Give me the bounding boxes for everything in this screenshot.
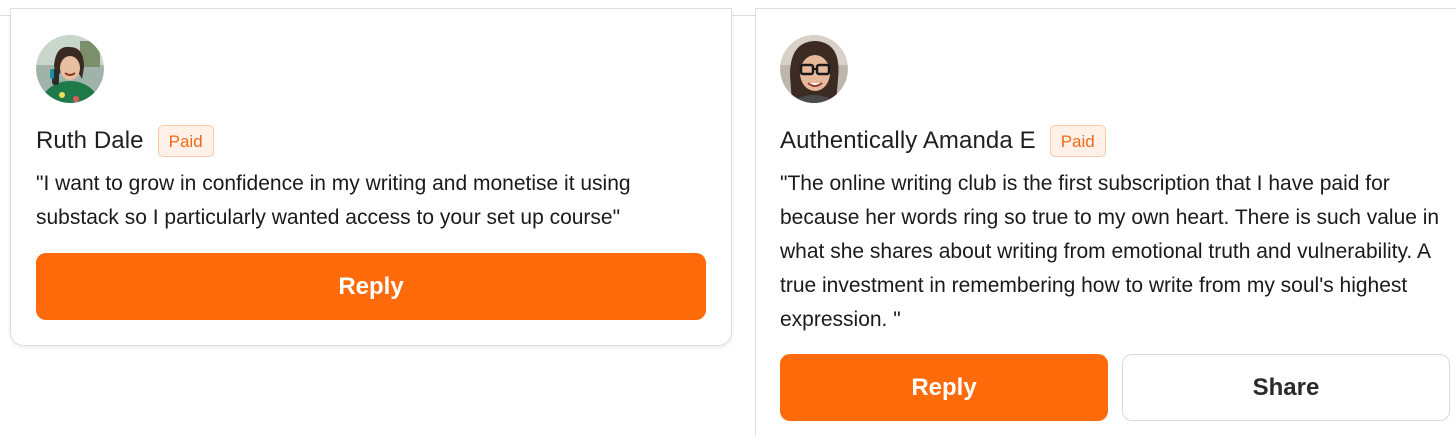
comment-card: Ruth Dale Paid "I want to grow in confid…	[10, 8, 732, 346]
avatar-image-icon	[36, 35, 104, 103]
author-name[interactable]: Ruth Dale	[36, 127, 144, 155]
comment-text: "The online writing club is the first su…	[780, 172, 1440, 331]
paid-badge: Paid	[1049, 125, 1106, 157]
comments-page: Ruth Dale Paid "I want to grow in confid…	[0, 0, 1456, 436]
author-row: Authentically Amanda E Paid	[780, 125, 1106, 157]
avatar-image-icon	[780, 35, 848, 103]
reply-button[interactable]: Reply	[36, 253, 706, 320]
comment-text: "I want to grow in confidence in my writ…	[36, 172, 631, 229]
paid-badge: Paid	[157, 125, 214, 157]
author-row: Ruth Dale Paid	[36, 125, 214, 157]
author-name[interactable]: Authentically Amanda E	[780, 127, 1036, 155]
avatar[interactable]	[780, 35, 848, 103]
comment-card: Authentically Amanda E Paid "The online …	[755, 8, 1456, 436]
reply-button[interactable]: Reply	[780, 354, 1108, 421]
share-button[interactable]: Share	[1122, 354, 1450, 421]
avatar[interactable]	[36, 35, 104, 103]
